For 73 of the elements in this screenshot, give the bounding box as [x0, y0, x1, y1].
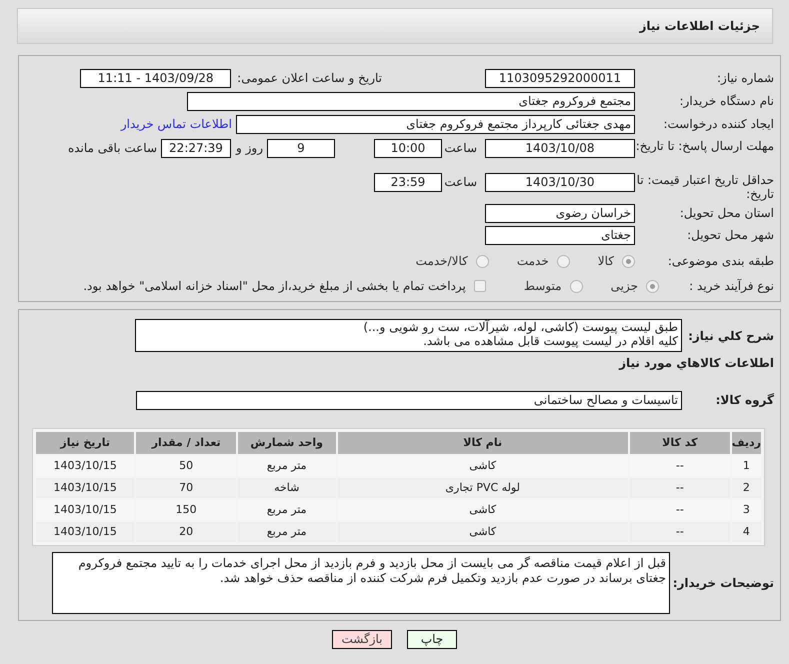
contact-link[interactable]: اطلاعات تماس خریدار	[120, 115, 232, 133]
table-cell: --	[630, 456, 730, 476]
text-field[interactable]: 22:27:39	[161, 139, 231, 158]
print-button[interactable]: چاپ	[407, 630, 457, 649]
table-cell: 70	[136, 478, 236, 498]
field-label: طبقه بندی موضوعی:	[666, 253, 774, 270]
field-label: گروه کالا:	[714, 392, 774, 409]
column-header: نام کالا	[338, 432, 628, 454]
table-cell: 20	[136, 522, 236, 542]
table-cell: متر مربع	[238, 522, 336, 542]
table-cell: کاشی	[338, 456, 628, 476]
text-field[interactable]: 23:59	[374, 173, 442, 192]
option-label: متوسط	[524, 278, 562, 295]
table-cell: --	[630, 522, 730, 542]
field-label: ساعت	[443, 140, 477, 157]
column-header: واحد شمارش	[238, 432, 336, 454]
field-label: نام دستگاه خریدار:	[678, 93, 774, 110]
field-label: نوع فرآیند خرید :	[688, 278, 774, 295]
text-area[interactable]: قبل از اعلام قیمت مناقصه گر می بایست از محل بازدید و فرم بازدید از محل اجرای خدمات را به تایید مجتمع فروکروم جغتای برساند در صورت عدم بازدید وتکمیل فرم شرکت کننده از مناقصه حذف خواهد شد.	[52, 552, 670, 614]
table-cell: 1403/10/15	[36, 456, 134, 476]
field-label: ساعت	[443, 174, 477, 191]
text-field[interactable]: 1403/10/08	[485, 139, 635, 158]
table-cell: متر مربع	[238, 456, 336, 476]
field-label: تاریخ و ساعت اعلان عمومی:	[237, 70, 382, 87]
table-cell: 1403/10/15	[36, 500, 134, 520]
column-header: کد کالا	[630, 432, 730, 454]
field-label: شهر محل تحویل:	[686, 227, 774, 244]
field-label: توضیحات خریدار:	[672, 575, 774, 592]
table-cell: --	[630, 478, 730, 498]
back-button[interactable]: بازگشت	[332, 630, 392, 649]
table-cell: 50	[136, 456, 236, 476]
text-field[interactable]: خراسان رضوی	[485, 204, 635, 222]
text-field[interactable]: 1103095292000011	[485, 68, 635, 88]
option-label: جزیی	[610, 278, 638, 295]
table-cell: 150	[136, 500, 236, 520]
field-label: حداقل تاریخ اعتبار قیمت: تا تاریخ:	[636, 173, 774, 201]
text-field[interactable]: 10:00	[374, 139, 442, 158]
option-label: کالا	[598, 253, 614, 270]
column-header: ردیف	[732, 432, 761, 454]
text-field[interactable]: 1403/10/30	[485, 173, 635, 192]
option-label: کالا/خدمت	[416, 253, 468, 270]
text-field[interactable]: 1403/09/28 - 11:11	[80, 68, 232, 88]
table-cell: لوله PVC تجاری	[338, 478, 628, 498]
text-field[interactable]: مجتمع فروکروم جغتای	[187, 92, 635, 110]
table-cell: 3	[732, 500, 761, 520]
column-header: تعداد / مقدار	[136, 432, 236, 454]
field-label: شماره نیاز:	[716, 70, 774, 87]
text-field[interactable]: جغتای	[485, 226, 635, 244]
section-title: اطلاعات کالاهاي مورد نیاز	[619, 355, 774, 372]
table-cell: 1403/10/15	[36, 522, 134, 542]
table-cell: کاشی	[338, 500, 628, 520]
table-cell: شاخه	[238, 478, 336, 498]
field-label: شرح کلي نیاز:	[687, 328, 774, 344]
text-field[interactable]: 9	[267, 139, 335, 158]
option-label: خدمت	[516, 253, 549, 270]
text-field[interactable]: مهدی جغتائی کارپرداز مجتمع فروکروم جغتای	[236, 114, 635, 134]
table-cell: 4	[732, 522, 761, 542]
text-field[interactable]: تاسیسات و مصالح ساختمانی	[136, 390, 682, 410]
column-header: تاریخ نیاز	[36, 432, 134, 454]
table-cell: 2	[732, 478, 761, 498]
table-cell: 1	[732, 456, 761, 476]
field-label: ایجاد کننده درخواست:	[662, 116, 774, 133]
page-title: جزئیات اطلاعات نیاز	[639, 18, 760, 35]
table-cell: کاشی	[338, 522, 628, 542]
field-label: روز و	[236, 140, 263, 157]
table-cell: متر مربع	[238, 500, 336, 520]
option-label: پرداخت تمام یا بخشی از مبلغ خرید،از محل "اسناد خزانه اسلامی" خواهد بود.	[83, 278, 466, 295]
field-label: استان محل تحویل:	[678, 205, 774, 222]
table-cell: 1403/10/15	[36, 478, 134, 498]
table-cell: --	[630, 500, 730, 520]
field-label: ساعت باقی مانده	[68, 140, 157, 157]
field-label: مهلت ارسال پاسخ: تا تاریخ:	[635, 139, 774, 153]
text-area[interactable]: طبق لیست پیوست (کاشی، لوله، شیرآلات، ست رو شویی و...) کلیه اقلام در لیست پیوست قابل مشاهده می باشد.	[135, 319, 682, 352]
